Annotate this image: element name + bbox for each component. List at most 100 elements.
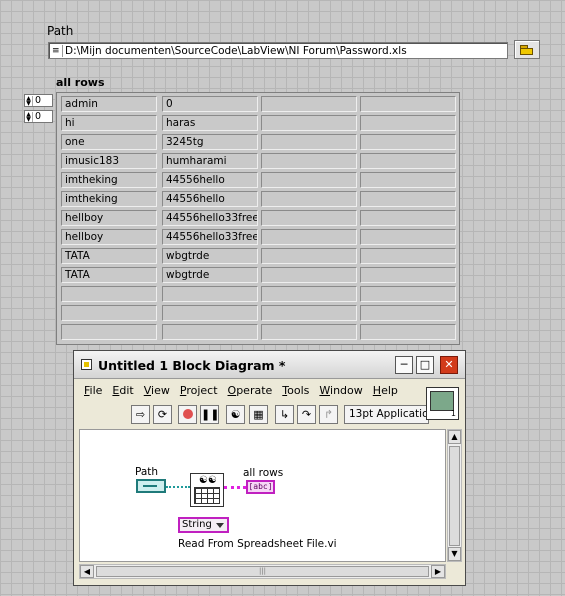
table-cell[interactable]: 0: [162, 96, 258, 112]
abort-icon[interactable]: [178, 405, 197, 424]
font-select[interactable]: 13pt Application Font: [344, 405, 429, 424]
table-cell[interactable]: 44556hello33free: [162, 210, 258, 226]
table-cell[interactable]: [360, 324, 456, 340]
menu-project[interactable]: Project: [175, 384, 223, 400]
menu-label-rest: indow: [330, 384, 363, 397]
table-cell[interactable]: [360, 229, 456, 245]
table-cell[interactable]: [261, 172, 357, 188]
scroll-down-icon[interactable]: ▼: [448, 547, 461, 561]
menu-view[interactable]: View: [139, 384, 175, 400]
table-cell[interactable]: [360, 96, 456, 112]
array-label: all rows: [56, 76, 105, 89]
table-cell[interactable]: 44556hello: [162, 172, 258, 188]
row-index-control[interactable]: ▲ ▼ 0: [24, 94, 53, 107]
table-cell[interactable]: [360, 134, 456, 150]
horizontal-scroll-thumb[interactable]: |||: [96, 566, 429, 577]
table-cell[interactable]: [162, 305, 258, 321]
table-cell[interactable]: [360, 153, 456, 169]
pause-icon[interactable]: ❚❚: [200, 405, 219, 424]
scroll-right-icon[interactable]: ▶: [431, 565, 445, 578]
retain-wire-values-icon[interactable]: ▦: [249, 405, 268, 424]
table-cell[interactable]: TATA: [61, 267, 157, 283]
table-cell[interactable]: TATA: [61, 248, 157, 264]
table-cell[interactable]: [261, 210, 357, 226]
spin-arrows-icon[interactable]: ▲ ▼: [25, 95, 33, 106]
close-button[interactable]: ✕: [440, 356, 458, 374]
vertical-scrollbar[interactable]: ▲ ▼: [447, 429, 462, 562]
vertical-scroll-thumb[interactable]: [449, 446, 460, 546]
run-continuously-icon[interactable]: ⟳: [153, 405, 172, 424]
table-cell[interactable]: [162, 286, 258, 302]
table-cell[interactable]: 44556hello: [162, 191, 258, 207]
table-cell[interactable]: imtheking: [61, 172, 157, 188]
table-cell[interactable]: [360, 286, 456, 302]
all-rows-indicator-terminal[interactable]: [abc]: [246, 480, 275, 494]
table-cell[interactable]: [162, 324, 258, 340]
table-cell[interactable]: [61, 324, 157, 340]
scroll-left-icon[interactable]: ◀: [80, 565, 94, 578]
title-bar[interactable]: Untitled 1 Block Diagram * ─ □ ✕: [74, 351, 465, 379]
table-cell[interactable]: [261, 134, 357, 150]
menu-operate[interactable]: Operate: [223, 384, 278, 400]
step-out-icon[interactable]: ↱: [319, 405, 338, 424]
table-cell[interactable]: [261, 229, 357, 245]
browse-button[interactable]: [514, 40, 540, 59]
table-cell[interactable]: hi: [61, 115, 157, 131]
table-cell[interactable]: [261, 248, 357, 264]
table-cell[interactable]: [261, 267, 357, 283]
string-array-wire[interactable]: [224, 486, 246, 489]
table-cell[interactable]: [61, 286, 157, 302]
table-cell[interactable]: [261, 96, 357, 112]
table-cell[interactable]: [261, 324, 357, 340]
table-cell[interactable]: [261, 153, 357, 169]
menu-tools[interactable]: Tools: [277, 384, 314, 400]
table-cell[interactable]: imtheking: [61, 191, 157, 207]
table-cell[interactable]: imusic183: [61, 153, 157, 169]
table-cell[interactable]: wbgtrde: [162, 248, 258, 264]
table-cell[interactable]: [360, 172, 456, 188]
column-index-control[interactable]: ▲ ▼ 0: [24, 110, 53, 123]
table-cell[interactable]: wbgtrde: [162, 267, 258, 283]
step-over-icon[interactable]: ↷: [297, 405, 316, 424]
table-cell[interactable]: 3245tg: [162, 134, 258, 150]
spin-arrows-icon[interactable]: ▲ ▼: [25, 111, 33, 122]
window-title: Untitled 1 Block Diagram *: [98, 358, 286, 373]
table-cell[interactable]: hellboy: [61, 229, 157, 245]
table-cell[interactable]: haras: [162, 115, 258, 131]
table-cell[interactable]: [61, 305, 157, 321]
table-cell[interactable]: admin: [61, 96, 157, 112]
table-cell[interactable]: [261, 286, 357, 302]
step-into-icon[interactable]: ↳: [275, 405, 294, 424]
table-cell[interactable]: [360, 191, 456, 207]
table-cell[interactable]: [360, 305, 456, 321]
scroll-up-icon[interactable]: ▲: [448, 430, 461, 444]
table-cell[interactable]: 44556hello33free: [162, 229, 258, 245]
maximize-button[interactable]: □: [416, 356, 434, 374]
diagram-canvas[interactable]: Path ☯☯ all rows [abc] String Read From …: [79, 429, 446, 562]
menu-file[interactable]: File: [79, 384, 107, 400]
vi-icon-number: 1: [450, 409, 456, 418]
menu-help[interactable]: Help: [368, 384, 403, 400]
menu-edit[interactable]: Edit: [107, 384, 138, 400]
path-input[interactable]: ≡ D:\Mijn documenten\SourceCode\LabView\…: [48, 42, 508, 59]
table-cell[interactable]: [360, 267, 456, 283]
horizontal-scrollbar[interactable]: ◀ ||| ▶: [79, 564, 446, 579]
table-cell[interactable]: [360, 115, 456, 131]
path-wire[interactable]: [166, 486, 190, 488]
polymorphic-type-selector[interactable]: String: [178, 517, 229, 533]
table-cell[interactable]: [261, 115, 357, 131]
table-cell[interactable]: hellboy: [61, 210, 157, 226]
vi-connector-icon[interactable]: 1: [426, 387, 459, 420]
minimize-button[interactable]: ─: [395, 356, 413, 374]
menu-window[interactable]: Window: [314, 384, 367, 400]
path-control-terminal[interactable]: [136, 479, 166, 493]
highlight-execution-icon[interactable]: ☯: [226, 405, 245, 424]
read-spreadsheet-node[interactable]: ☯☯: [190, 473, 224, 507]
table-cell[interactable]: [261, 305, 357, 321]
table-cell[interactable]: [360, 248, 456, 264]
run-arrow-icon[interactable]: ⇨: [131, 405, 150, 424]
table-cell[interactable]: one: [61, 134, 157, 150]
table-cell[interactable]: humharami: [162, 153, 258, 169]
table-cell[interactable]: [360, 210, 456, 226]
table-cell[interactable]: [261, 191, 357, 207]
